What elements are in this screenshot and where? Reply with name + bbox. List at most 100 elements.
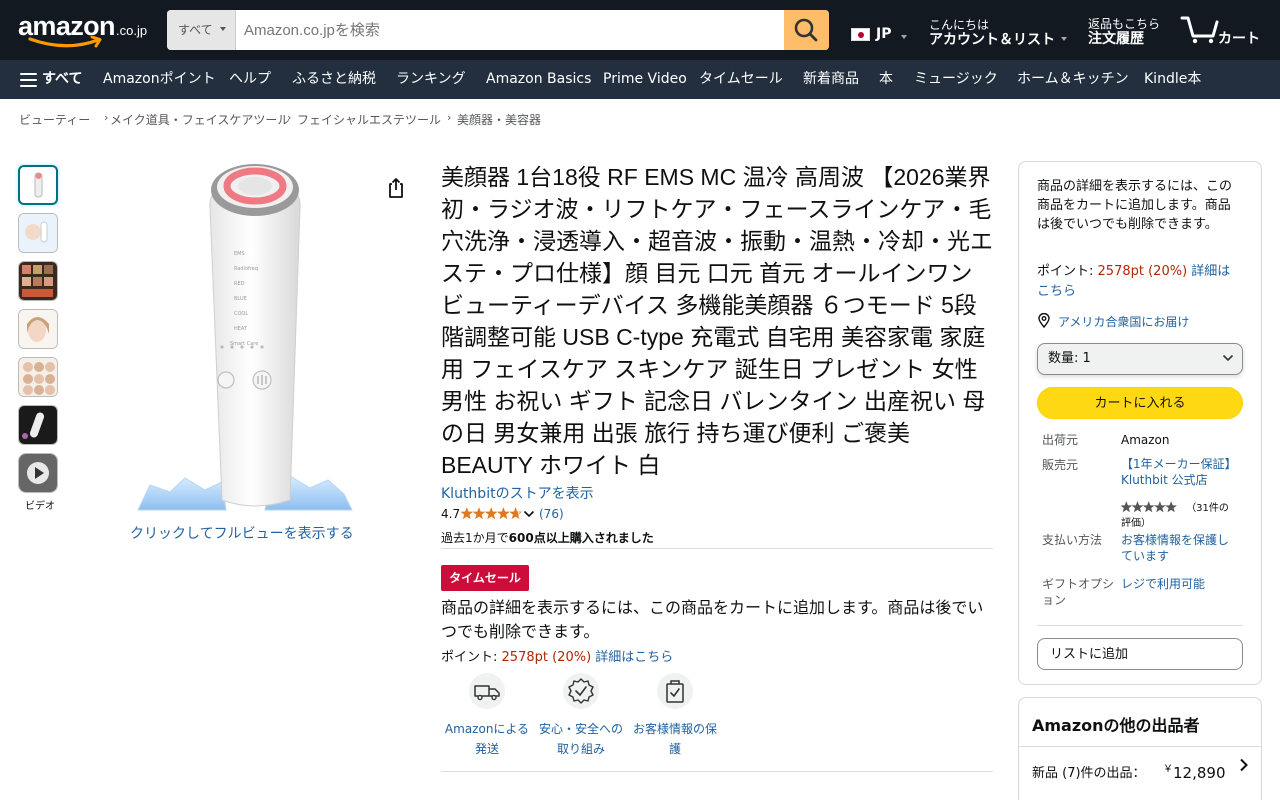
thumbnail-image[interactable] xyxy=(18,165,58,205)
account-and-lists[interactable]: アカウント＆リスト xyxy=(929,29,1055,49)
points-value: 2578pt xyxy=(501,650,548,665)
star-rating-icon[interactable] xyxy=(461,507,523,521)
points-info: ポイント: 2578pt (20%) 詳細はこちら xyxy=(441,650,674,665)
buybox-price-note: 商品の詳細を表示するには、この商品をカートに追加します。商品は後でいつでも削除で… xyxy=(1037,179,1233,232)
nav-item-home-kitchen[interactable]: ホーム＆キッチン xyxy=(1017,60,1129,99)
language-selector[interactable]: JP xyxy=(876,26,891,42)
gift-link[interactable]: レジで利用可能 xyxy=(1121,576,1239,592)
nav-item-kindle[interactable]: Kindle本 xyxy=(1144,60,1201,99)
full-view-link[interactable]: クリックしてフルビューを表示する xyxy=(130,523,354,543)
thumbnail-image[interactable] xyxy=(18,213,58,253)
quantity-value: 1 xyxy=(1082,351,1091,366)
bought-count: 過去1か月で600点以上購入されました xyxy=(441,531,654,545)
chevron-right-icon: › xyxy=(287,111,292,124)
rating-count-link[interactable]: (76) xyxy=(539,507,564,521)
thumbnail-image[interactable] xyxy=(18,357,58,397)
thumbnail-image[interactable] xyxy=(18,309,58,349)
svg-text:RED: RED xyxy=(234,281,245,287)
svg-text:Radiofreq: Radiofreq xyxy=(234,266,258,272)
star-icon xyxy=(484,507,498,520)
nav-item-help[interactable]: ヘルプ xyxy=(229,60,271,99)
product-main-image[interactable]: EMS Radiofreq RED BLUE COOL HEAT Smart C… xyxy=(130,160,360,520)
chevron-down-icon xyxy=(901,35,907,39)
star-rating-icon xyxy=(1120,501,1177,513)
chevron-right-icon[interactable] xyxy=(1239,758,1249,772)
nav-item-basics[interactable]: Amazon Basics xyxy=(486,60,591,99)
store-link[interactable]: Kluthbitのストアを表示 xyxy=(441,483,594,503)
nav-item-points[interactable]: Amazonポイント xyxy=(103,60,216,99)
breadcrumb-item[interactable]: ビューティー xyxy=(19,111,90,128)
price-hidden-note: 商品の詳細を表示するには、この商品をカートに追加します。商品は後でいつでも削除で… xyxy=(441,600,984,641)
cart-icon[interactable] xyxy=(1180,14,1220,44)
payment-label: 支払い方法 xyxy=(1042,533,1103,547)
divider xyxy=(441,548,993,549)
nav-item-ranking[interactable]: ランキング xyxy=(396,60,466,99)
svg-text:Smart Care: Smart Care xyxy=(230,341,258,347)
nav-item-books[interactable]: 本 xyxy=(879,60,893,99)
delivery-location-link[interactable]: アメリカ合衆国にお届け xyxy=(1058,313,1189,330)
feature-privacy[interactable]: お客様情報の保護 xyxy=(629,673,721,759)
video-label: ビデオ xyxy=(25,501,55,512)
divider xyxy=(441,771,993,772)
secure-bag-icon xyxy=(657,673,693,709)
smile-arrow-icon xyxy=(28,36,102,48)
seller-rating[interactable]: （31件の評価） xyxy=(1120,501,1237,531)
hamburger-menu-icon[interactable] xyxy=(20,73,37,87)
cart-link[interactable]: カート xyxy=(1218,28,1260,48)
svg-text:HEAT: HEAT xyxy=(234,326,248,332)
thumbnail-image[interactable] xyxy=(18,261,58,301)
nav-item-furusato[interactable]: ふるさと納税 xyxy=(292,60,376,99)
chevron-right-icon: › xyxy=(104,111,109,124)
orders-link[interactable]: 注文履歴 xyxy=(1088,28,1144,48)
star-icon xyxy=(1165,501,1177,513)
svg-text:EMS: EMS xyxy=(234,251,245,257)
shield-check-icon xyxy=(563,673,599,709)
breadcrumb-item[interactable]: メイク道具・フェイスケアツール xyxy=(110,111,289,128)
deal-badge: タイムセール xyxy=(441,565,529,591)
quantity-select[interactable]: 数量: 1 xyxy=(1037,343,1243,375)
seller-label: 販売元 xyxy=(1042,458,1079,472)
breadcrumb-item[interactable]: 美顔器・美容器 xyxy=(457,111,541,128)
add-to-cart-button[interactable]: カートに入れる xyxy=(1037,387,1243,419)
thumbnail-image[interactable] xyxy=(18,405,58,445)
japan-flag-icon[interactable] xyxy=(851,28,870,41)
sub-nav-bar: すべて Amazonポイント ヘルプ ふるさと納税 ランキング Amazon B… xyxy=(0,60,1280,99)
search-button[interactable] xyxy=(784,10,829,50)
star-icon xyxy=(497,507,510,520)
feature-amazon-shipping[interactable]: Amazonによる発送 xyxy=(441,673,533,759)
amazon-logo[interactable]: amazon .co.jp xyxy=(18,11,154,51)
chevron-right-icon: › xyxy=(447,111,452,124)
add-to-list-button[interactable]: リストに追加 xyxy=(1037,638,1243,670)
video-thumbnail[interactable] xyxy=(18,453,58,493)
payment-link[interactable]: お客様情報を保護しています xyxy=(1121,532,1239,564)
other-sellers-price[interactable]: ￥12,890 xyxy=(1163,760,1226,782)
points-details-link[interactable]: 詳細はこちら xyxy=(595,650,673,665)
nav-item-prime-video[interactable]: Prime Video xyxy=(603,60,687,99)
svg-text:BLUE: BLUE xyxy=(234,296,247,302)
svg-text:COOL: COOL xyxy=(234,311,248,317)
location-pin-icon xyxy=(1038,313,1050,328)
other-sellers-offer[interactable]: 新品 (7)件の出品： xyxy=(1032,762,1146,781)
shipper-label: 出荷元 xyxy=(1042,433,1079,447)
other-sellers-title: Amazonの他の出品者 xyxy=(1032,716,1200,735)
divider xyxy=(1019,746,1261,747)
share-icon[interactable] xyxy=(386,176,406,200)
search-department-label: すべて xyxy=(178,23,213,37)
nav-item-time-sale[interactable]: タイムセール xyxy=(699,60,783,99)
chevron-down-icon xyxy=(1061,37,1067,41)
star-icon xyxy=(1142,501,1155,513)
star-icon xyxy=(1131,501,1144,513)
seller-link[interactable]: 【1年メーカー保証】Kluthbit 公式店 xyxy=(1121,456,1239,488)
search-bar: すべて xyxy=(167,10,829,50)
nav-item-music[interactable]: ミュージック xyxy=(914,60,998,99)
star-icon xyxy=(1154,501,1166,513)
shipper-value: Amazon xyxy=(1121,433,1170,447)
rating-value: 4.7 xyxy=(441,507,461,521)
search-input[interactable] xyxy=(236,10,784,50)
search-department-select[interactable]: すべて xyxy=(167,10,236,50)
feature-safety[interactable]: 安心・安全への取り組み xyxy=(535,673,627,759)
nav-item-new[interactable]: 新着商品 xyxy=(803,60,859,99)
nav-all-menu[interactable]: すべて xyxy=(42,60,82,99)
breadcrumb-item[interactable]: フェイシャルエステツール xyxy=(297,111,441,128)
chevron-down-icon[interactable] xyxy=(523,509,535,519)
